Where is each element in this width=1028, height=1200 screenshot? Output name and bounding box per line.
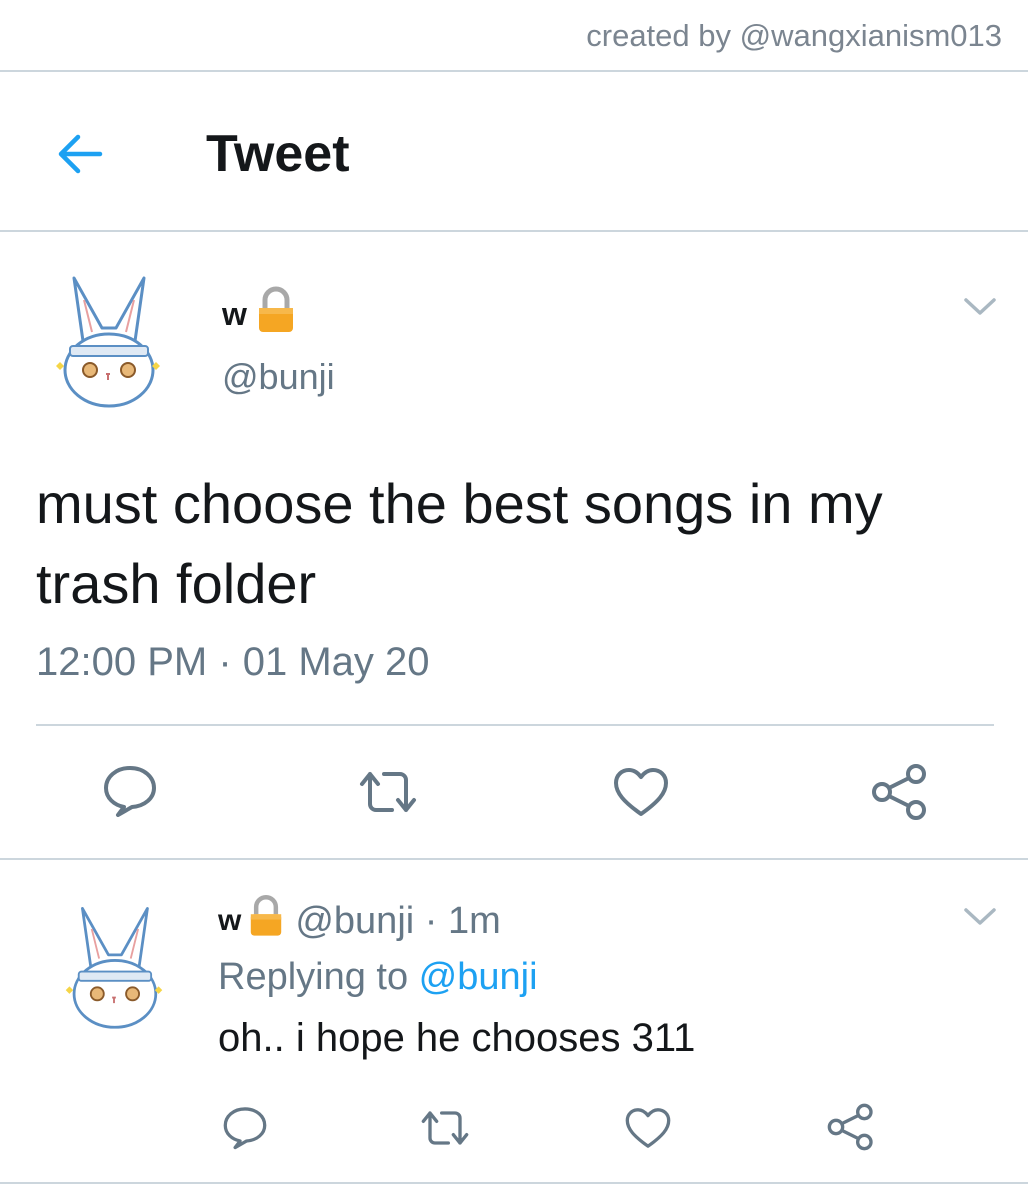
chevron-down-icon (964, 908, 996, 925)
back-button[interactable] (52, 126, 108, 182)
tweet-options-button[interactable] (962, 294, 998, 323)
share-icon (872, 764, 926, 820)
reply-text: oh.. i hope he chooses 311 (218, 1016, 696, 1060)
reply-options-button[interactable] (962, 904, 998, 933)
reply-icon (104, 766, 156, 817)
retweet-icon (360, 772, 416, 812)
display-name[interactable]: w (222, 296, 247, 333)
display-name[interactable]: w (218, 904, 241, 938)
avatar[interactable] (62, 900, 166, 1032)
retweet-icon (421, 1111, 469, 1145)
retweet-button[interactable] (356, 768, 420, 821)
divider (0, 1182, 1028, 1184)
divider (0, 858, 1028, 860)
user-handle[interactable]: @bunji (222, 356, 335, 398)
share-button[interactable] (826, 1102, 876, 1157)
heart-icon (625, 1108, 671, 1148)
lock-icon (249, 894, 283, 948)
retweet-button[interactable] (418, 1108, 472, 1153)
replying-to: Replying to @bunji (218, 956, 538, 999)
watermark-bar: created by @wangxianism013 (0, 0, 1028, 72)
like-button[interactable] (624, 1106, 672, 1155)
share-button[interactable] (870, 762, 930, 827)
chevron-down-icon (964, 298, 996, 315)
heart-icon (614, 768, 668, 816)
page-title: Tweet (206, 125, 350, 183)
reply-author-row: w @bunji · 1m (218, 894, 501, 948)
tweet-text: must choose the best songs in my trash f… (36, 472, 883, 615)
avatar[interactable] (52, 270, 164, 410)
arrow-left-icon (58, 134, 103, 174)
share-icon (827, 1103, 873, 1151)
reply-button[interactable] (222, 1104, 268, 1155)
tweet-author-row: w (222, 286, 295, 342)
reply-button[interactable] (102, 762, 158, 823)
mention-link[interactable]: @bunji (419, 956, 538, 998)
reply-handle-time[interactable]: @bunji · 1m (295, 900, 500, 943)
lock-icon (257, 286, 295, 342)
like-button[interactable] (612, 766, 670, 823)
page-header: Tweet (0, 72, 1028, 232)
watermark-text: created by @wangxianism013 (586, 18, 1002, 53)
replying-prefix: Replying to (218, 956, 419, 998)
divider (36, 724, 994, 726)
reply-icon (223, 1107, 267, 1150)
tweet-timestamp[interactable]: 12:00 PM · 01 May 20 (36, 640, 430, 685)
